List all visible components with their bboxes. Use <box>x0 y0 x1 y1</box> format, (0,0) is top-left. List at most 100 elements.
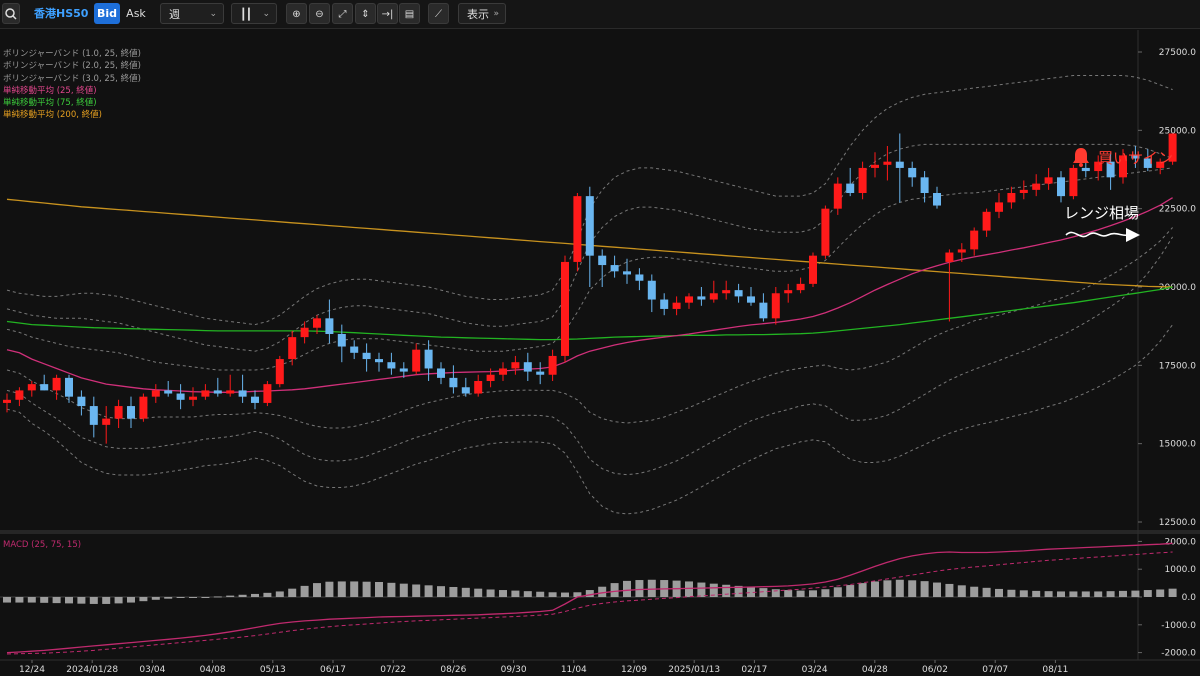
candle-down <box>375 359 383 363</box>
macd-histogram-bar <box>1019 590 1028 597</box>
macd-tick-label: 1000.0 <box>1165 565 1197 575</box>
macd-histogram-bar <box>759 588 768 597</box>
macd-histogram-bar <box>164 597 173 599</box>
candle-up <box>722 290 731 294</box>
macd-histogram-bar <box>1069 591 1078 597</box>
macd-tick-label: -1000.0 <box>1161 621 1196 631</box>
time-tick-label: 04/28 <box>862 665 888 675</box>
candle-up <box>189 396 197 400</box>
candle-down <box>387 362 396 369</box>
macd-histogram-bar <box>375 581 383 597</box>
macd-histogram-bar <box>722 584 731 597</box>
candle-up <box>548 355 557 375</box>
candle-down <box>65 377 73 397</box>
candle-down <box>908 167 917 178</box>
time-tick-label: 08/11 <box>1042 665 1068 675</box>
candle-up <box>1007 193 1016 203</box>
candle-up <box>945 252 954 262</box>
candle-up <box>561 261 569 356</box>
candle-up <box>139 396 148 419</box>
macd-histogram-bar <box>585 590 594 597</box>
candle-up <box>833 183 842 209</box>
macd-histogram-bar <box>437 586 445 597</box>
candle-down <box>164 390 173 394</box>
macd-histogram-bar <box>1168 588 1177 597</box>
macd-histogram-bar <box>362 581 371 597</box>
candle-up <box>27 384 36 391</box>
candle-down <box>40 384 49 391</box>
candle-up <box>114 406 123 419</box>
macd-histogram-bar <box>461 587 470 597</box>
candle-up <box>784 290 793 294</box>
macd-histogram-bar <box>52 597 61 604</box>
candle-up <box>1044 177 1053 184</box>
price-tick-label: 15000.0 <box>1159 440 1196 450</box>
macd-histogram-bar <box>623 580 631 597</box>
macd-histogram-bar <box>511 590 520 597</box>
candle-up <box>871 164 879 168</box>
macd-histogram-bar <box>933 582 941 597</box>
chart-canvas[interactable]: 27500.025000.022500.020000.017500.015000… <box>0 0 1200 676</box>
macd-histogram-bar <box>288 588 297 597</box>
candle-up <box>275 359 284 385</box>
time-tick-label: 08/26 <box>440 665 466 675</box>
candle-up <box>226 390 235 394</box>
candle-up <box>995 202 1003 212</box>
macd-histogram-bar <box>313 583 321 597</box>
macd-histogram-bar <box>1057 591 1065 597</box>
buy-signal-label: 買いサイン <box>1098 148 1174 167</box>
candle-up <box>102 418 111 425</box>
macd-histogram-bar <box>871 581 879 597</box>
candle-down <box>623 271 631 275</box>
candle-up <box>982 211 991 231</box>
macd-histogram-bar <box>697 582 706 597</box>
candle-down <box>238 390 247 397</box>
candle-down <box>846 183 855 193</box>
price-tick-label: 22500.0 <box>1159 205 1196 215</box>
candle-down <box>895 161 904 168</box>
macd-legend: MACD (25, 75, 15) <box>3 540 82 550</box>
candle-down <box>362 352 371 360</box>
macd-histogram-bar <box>102 597 111 604</box>
candle-up <box>858 167 867 193</box>
candle-down <box>635 274 644 281</box>
time-tick-label: 07/22 <box>380 665 406 675</box>
candle-down <box>523 362 532 372</box>
time-tick-label: 03/04 <box>139 665 165 675</box>
macd-histogram-bar <box>561 592 569 597</box>
price-tick-label: 12500.0 <box>1159 518 1196 528</box>
macd-histogram-bar <box>275 591 284 597</box>
time-tick-label: 09/30 <box>501 665 527 675</box>
candle-up <box>511 362 520 369</box>
candle-down <box>399 368 408 372</box>
range-market-label: レンジ相場 <box>1064 204 1140 222</box>
candle-down <box>610 265 619 272</box>
macd-histogram-bar <box>883 580 892 597</box>
macd-histogram-bar <box>263 592 272 597</box>
candle-down <box>127 406 135 419</box>
macd-histogram-bar <box>201 597 210 598</box>
candle-up <box>300 327 309 338</box>
candle-down <box>536 371 545 375</box>
candle-up <box>3 399 11 403</box>
legend-item-sma25: 単純移動平均 (25, 終値) <box>3 85 97 96</box>
macd-histogram-bar <box>189 597 197 598</box>
candle-down <box>213 390 222 394</box>
legend-item-sma75: 単純移動平均 (75, 終値) <box>3 98 97 109</box>
macd-histogram-bar <box>833 587 842 597</box>
candle-up <box>201 390 210 397</box>
macd-histogram-bar <box>784 590 793 597</box>
candle-up <box>970 230 979 250</box>
indicator-legend: ボリンジャーバンド (1.0, 25, 終値) ボリンジャーバンド (2.0, … <box>3 48 141 122</box>
candle-up <box>474 381 483 394</box>
time-tick-label: 11/04 <box>561 665 587 675</box>
macd-histogram-bar <box>1119 590 1127 597</box>
candle-up <box>1032 183 1041 190</box>
macd-tick-label: 0.0 <box>1182 593 1197 603</box>
candle-up <box>957 249 966 253</box>
macd-histogram-bar <box>325 581 334 597</box>
macd-histogram-bar <box>40 597 49 603</box>
candle-down <box>461 387 470 394</box>
candle-up <box>1019 189 1028 193</box>
candle-down <box>251 396 259 403</box>
